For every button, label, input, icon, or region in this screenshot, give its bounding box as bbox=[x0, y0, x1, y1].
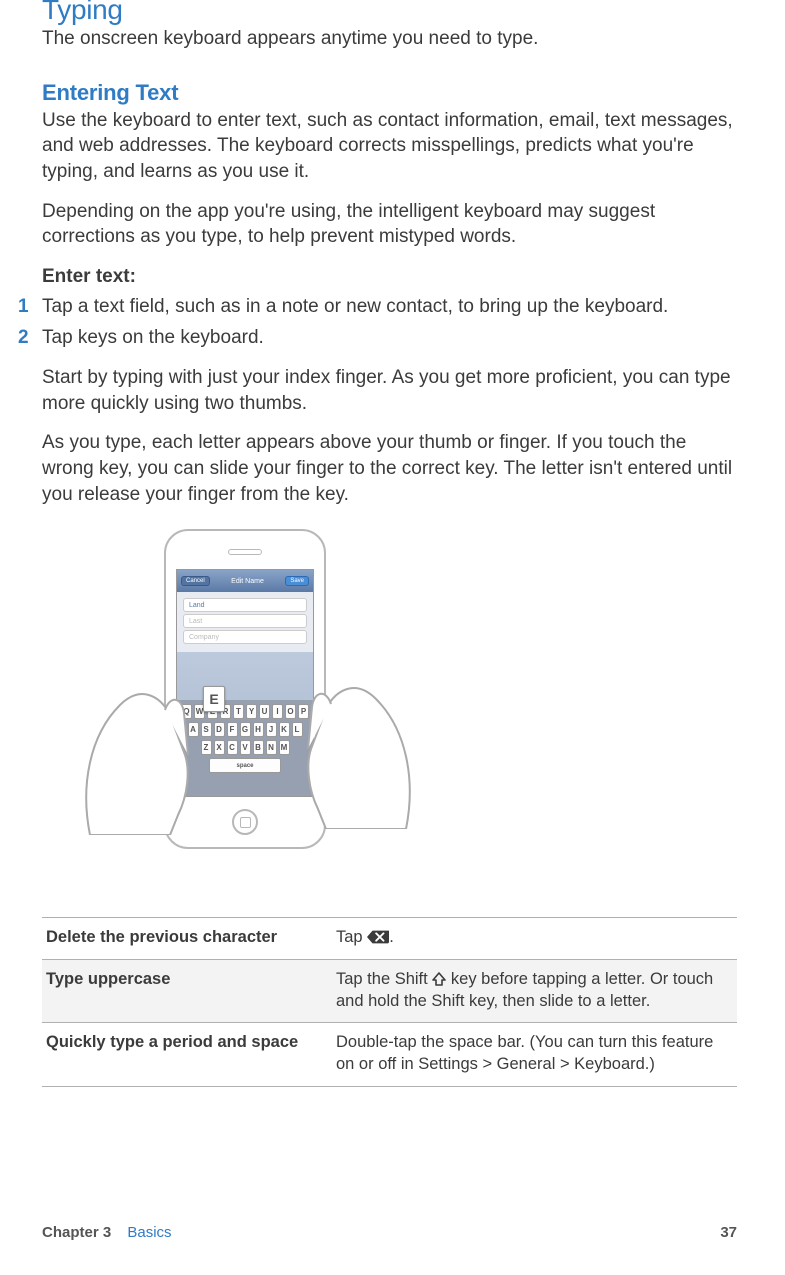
chapter-label: Chapter 3 bbox=[42, 1224, 111, 1241]
step-row: 1 Tap a text field, such as in a note or… bbox=[42, 294, 737, 320]
subsection-heading: Entering Text bbox=[42, 80, 737, 106]
first-name-field: Land bbox=[183, 598, 307, 612]
keyboard-key: D bbox=[214, 722, 225, 737]
keyboard-key: X bbox=[214, 740, 225, 755]
keyboard-key: H bbox=[253, 722, 264, 737]
keyboard-key: C bbox=[227, 740, 238, 755]
paragraph: Use the keyboard to enter text, such as … bbox=[42, 108, 737, 185]
home-button-icon bbox=[232, 809, 258, 835]
keyboard-key: I bbox=[272, 704, 283, 719]
keyboard-key: Y bbox=[246, 704, 257, 719]
delete-key-icon bbox=[367, 930, 389, 944]
row-label: Delete the previous character bbox=[42, 918, 332, 959]
figure-typing-illustration: Cancel Edit Name Save Land Last Company … bbox=[90, 525, 410, 895]
row-label: Type uppercase bbox=[42, 959, 332, 1023]
last-name-field: Last bbox=[183, 614, 307, 628]
row-label: Quickly type a period and space bbox=[42, 1023, 332, 1087]
cancel-button: Cancel bbox=[181, 576, 210, 586]
paragraph: Start by typing with just your index fin… bbox=[42, 365, 737, 416]
chapter-title: Basics bbox=[127, 1224, 171, 1241]
navbar-title: Edit Name bbox=[231, 578, 264, 585]
step-number: 2 bbox=[18, 325, 32, 351]
page-number: 37 bbox=[720, 1224, 737, 1241]
step-text: Tap keys on the keyboard. bbox=[42, 325, 264, 351]
navbar: Cancel Edit Name Save bbox=[177, 570, 313, 592]
procedure-lead: Enter text: bbox=[42, 266, 737, 288]
save-button: Save bbox=[285, 576, 309, 586]
keyboard-key: G bbox=[240, 722, 251, 737]
step-row: 2 Tap keys on the keyboard. bbox=[42, 325, 737, 351]
table-row: Type uppercase Tap the Shift key before … bbox=[42, 959, 737, 1023]
right-hand-icon bbox=[286, 629, 426, 829]
row-desc: Tap the Shift key before tapping a lette… bbox=[332, 959, 737, 1023]
space-key: space bbox=[209, 758, 281, 773]
key-popup: E bbox=[203, 686, 225, 712]
left-hand-icon bbox=[70, 635, 210, 835]
keyboard-key: J bbox=[266, 722, 277, 737]
actions-table: Delete the previous character Tap . Type… bbox=[42, 917, 737, 1086]
table-row: Delete the previous character Tap . bbox=[42, 918, 737, 959]
section-intro: The onscreen keyboard appears anytime yo… bbox=[42, 26, 737, 52]
keyboard-key: B bbox=[253, 740, 264, 755]
page-footer: Chapter 3 Basics 37 bbox=[42, 1224, 737, 1241]
row-desc: Tap . bbox=[332, 918, 737, 959]
keyboard-key: N bbox=[266, 740, 277, 755]
keyboard-key: U bbox=[259, 704, 270, 719]
keyboard-key: T bbox=[233, 704, 244, 719]
step-number: 1 bbox=[18, 294, 32, 320]
row-desc: Double-tap the space bar. (You can turn … bbox=[332, 1023, 737, 1087]
section-heading: Typing bbox=[42, 0, 737, 26]
table-row: Quickly type a period and space Double-t… bbox=[42, 1023, 737, 1087]
paragraph: Depending on the app you're using, the i… bbox=[42, 199, 737, 250]
keyboard-key: V bbox=[240, 740, 251, 755]
shift-key-icon bbox=[432, 970, 446, 988]
keyboard-key: F bbox=[227, 722, 238, 737]
step-text: Tap a text field, such as in a note or n… bbox=[42, 294, 668, 320]
paragraph: As you type, each letter appears above y… bbox=[42, 430, 737, 507]
earpiece-icon bbox=[228, 549, 262, 555]
